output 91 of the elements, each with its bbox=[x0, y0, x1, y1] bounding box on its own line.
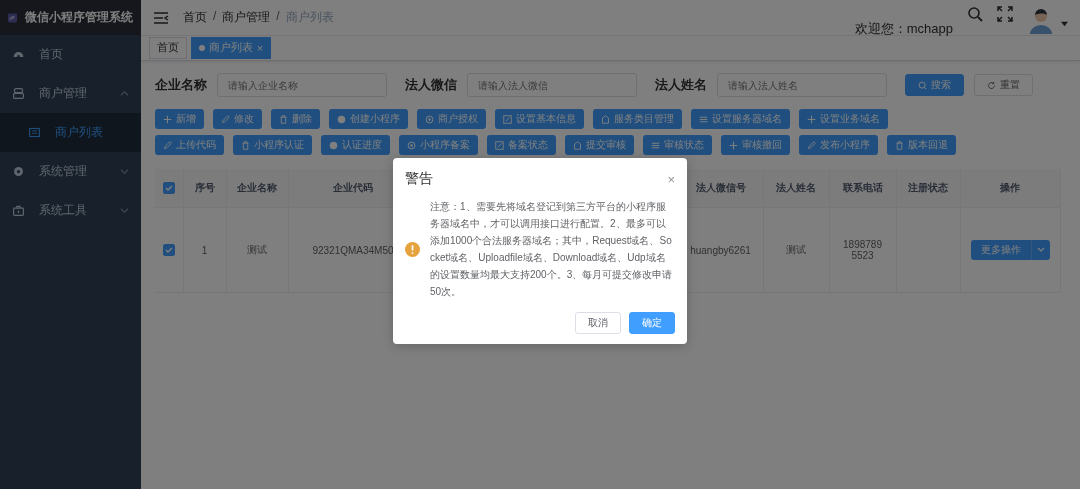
tab[interactable]: 首页 bbox=[149, 37, 187, 59]
fullscreen-icon[interactable] bbox=[997, 6, 1013, 22]
caret-icon bbox=[1036, 247, 1045, 253]
field-label: 企业名称 bbox=[155, 76, 207, 94]
house-icon bbox=[601, 114, 610, 124]
sidebar-item[interactable]: 系统工具 bbox=[0, 191, 141, 230]
cancel-button[interactable]: 取消 bbox=[575, 312, 621, 334]
toolbar-button[interactable]: 小程序备案 bbox=[399, 135, 478, 155]
trash-icon bbox=[241, 140, 250, 150]
table-cell: 测试 bbox=[763, 207, 829, 293]
toolbar-button[interactable]: 版本回退 bbox=[887, 135, 956, 155]
checkmark-icon bbox=[164, 246, 173, 255]
table-cell: 1 bbox=[183, 207, 226, 293]
breadcrumb-separator: / bbox=[213, 9, 217, 25]
toolbar-button[interactable]: 删除 bbox=[271, 109, 320, 129]
toolbar-button[interactable]: 审核撤回 bbox=[721, 135, 790, 155]
target-icon bbox=[407, 140, 416, 150]
pencil-icon bbox=[163, 140, 172, 150]
dialog-message: 注意：1、需要先将域名登记到第三方平台的小程序服务器域名中，才可以调用接口进行配置。2、最多可以添加1000个合法服务器域名；其中，Request域名、Socket域名、Uploadfile域名、Download域名、Udp域名的设置数量均最大支持200个。3、每月可提交修改申请50次。 bbox=[430, 200, 674, 299]
breadcrumb-separator: / bbox=[276, 9, 280, 25]
breadcrumb-item[interactable]: 商户管理 bbox=[222, 9, 271, 26]
more-actions-button[interactable]: 更多操作 bbox=[970, 240, 1031, 260]
toolbar-button[interactable]: 设置业务域名 bbox=[799, 109, 888, 129]
toolbar-button[interactable]: 提交审核 bbox=[565, 135, 634, 155]
sidebar-subitem[interactable]: 商户列表 bbox=[0, 113, 141, 152]
chevron-icon bbox=[120, 89, 129, 98]
sidebar-item[interactable]: 系统管理 bbox=[0, 152, 141, 191]
chevron-icon bbox=[120, 167, 129, 176]
pencil-icon bbox=[221, 114, 230, 124]
system-title: 微信小程序管理系统 bbox=[25, 10, 133, 25]
search-icon bbox=[918, 80, 927, 90]
checkmark-icon bbox=[164, 184, 173, 193]
toolbar-button[interactable]: 服务类目管理 bbox=[593, 109, 682, 129]
edit-icon bbox=[495, 140, 504, 150]
column-header: 注册状态 bbox=[896, 169, 960, 208]
column-header: 联系电话 bbox=[829, 169, 896, 208]
reset-button[interactable]: 重置 bbox=[974, 74, 1033, 96]
toolbar-button[interactable]: 新增 bbox=[155, 109, 204, 129]
column-header: 企业名称 bbox=[226, 169, 288, 208]
list-icon bbox=[28, 126, 41, 139]
table-cell: 18987895523 bbox=[829, 207, 896, 293]
toolbar-button[interactable]: 创建小程序 bbox=[329, 109, 408, 129]
field-label: 法人姓名 bbox=[655, 76, 707, 94]
checkbox[interactable] bbox=[162, 182, 175, 195]
toolbar-button[interactable]: 认证进度 bbox=[321, 135, 390, 155]
toolbar-button[interactable]: 审核状态 bbox=[643, 135, 712, 155]
field-label: 法人微信 bbox=[405, 76, 457, 94]
search-icon[interactable] bbox=[967, 6, 983, 22]
confirm-button[interactable]: 确定 bbox=[629, 312, 675, 334]
welcome-text: 欢迎您：mchapp bbox=[854, 20, 953, 38]
toolbar-button[interactable]: 小程序认证 bbox=[233, 135, 312, 155]
sidebar-item[interactable]: 商户管理 bbox=[0, 74, 141, 113]
column-header: 操作 bbox=[960, 169, 1060, 208]
target-icon bbox=[425, 114, 434, 124]
dot-icon bbox=[337, 114, 346, 124]
trash-icon bbox=[895, 140, 904, 150]
avatar-icon[interactable] bbox=[1027, 6, 1055, 34]
toolbar-button[interactable]: 商户授权 bbox=[417, 109, 486, 129]
toolbar-button[interactable]: 设置基本信息 bbox=[495, 109, 584, 129]
toolbar-button[interactable]: 设置服务器域名 bbox=[691, 109, 790, 129]
gear-icon bbox=[12, 165, 25, 178]
input-field[interactable]: 请输入企业名称 bbox=[217, 73, 387, 97]
pencil-icon bbox=[807, 140, 816, 150]
dot-icon bbox=[329, 140, 338, 150]
column-header: 法人姓名 bbox=[763, 169, 829, 208]
plus-icon bbox=[163, 114, 172, 124]
plus-icon bbox=[807, 114, 816, 124]
list-icon bbox=[699, 114, 708, 124]
toolbar-button[interactable]: 上传代码 bbox=[155, 135, 224, 155]
column-header: 序号 bbox=[183, 169, 226, 208]
sidebar-item[interactable]: 首页 bbox=[0, 35, 141, 74]
checkbox[interactable] bbox=[162, 244, 175, 257]
toolbox-icon bbox=[12, 204, 25, 217]
warning-icon bbox=[405, 241, 420, 257]
plus-icon bbox=[729, 140, 738, 150]
trash-icon bbox=[279, 114, 288, 124]
toolbar-button[interactable]: 发布小程序 bbox=[799, 135, 878, 155]
refresh-icon bbox=[987, 80, 996, 90]
table-cell: 测试 bbox=[226, 207, 288, 293]
menu-icon[interactable] bbox=[153, 9, 169, 26]
house-icon bbox=[573, 140, 582, 150]
search-button[interactable]: 搜索 bbox=[905, 74, 964, 96]
edit-icon bbox=[503, 114, 512, 124]
tab[interactable]: 商户列表 × bbox=[191, 37, 272, 59]
toolbar-button[interactable]: 修改 bbox=[213, 109, 262, 129]
breadcrumb-item[interactable]: 首页 bbox=[183, 9, 207, 26]
close-button[interactable]: × bbox=[667, 171, 675, 187]
caret-icon[interactable] bbox=[1061, 20, 1068, 27]
toolbar-button[interactable]: 备案状态 bbox=[487, 135, 556, 155]
chevron-icon bbox=[120, 206, 129, 215]
list-icon bbox=[651, 140, 660, 150]
